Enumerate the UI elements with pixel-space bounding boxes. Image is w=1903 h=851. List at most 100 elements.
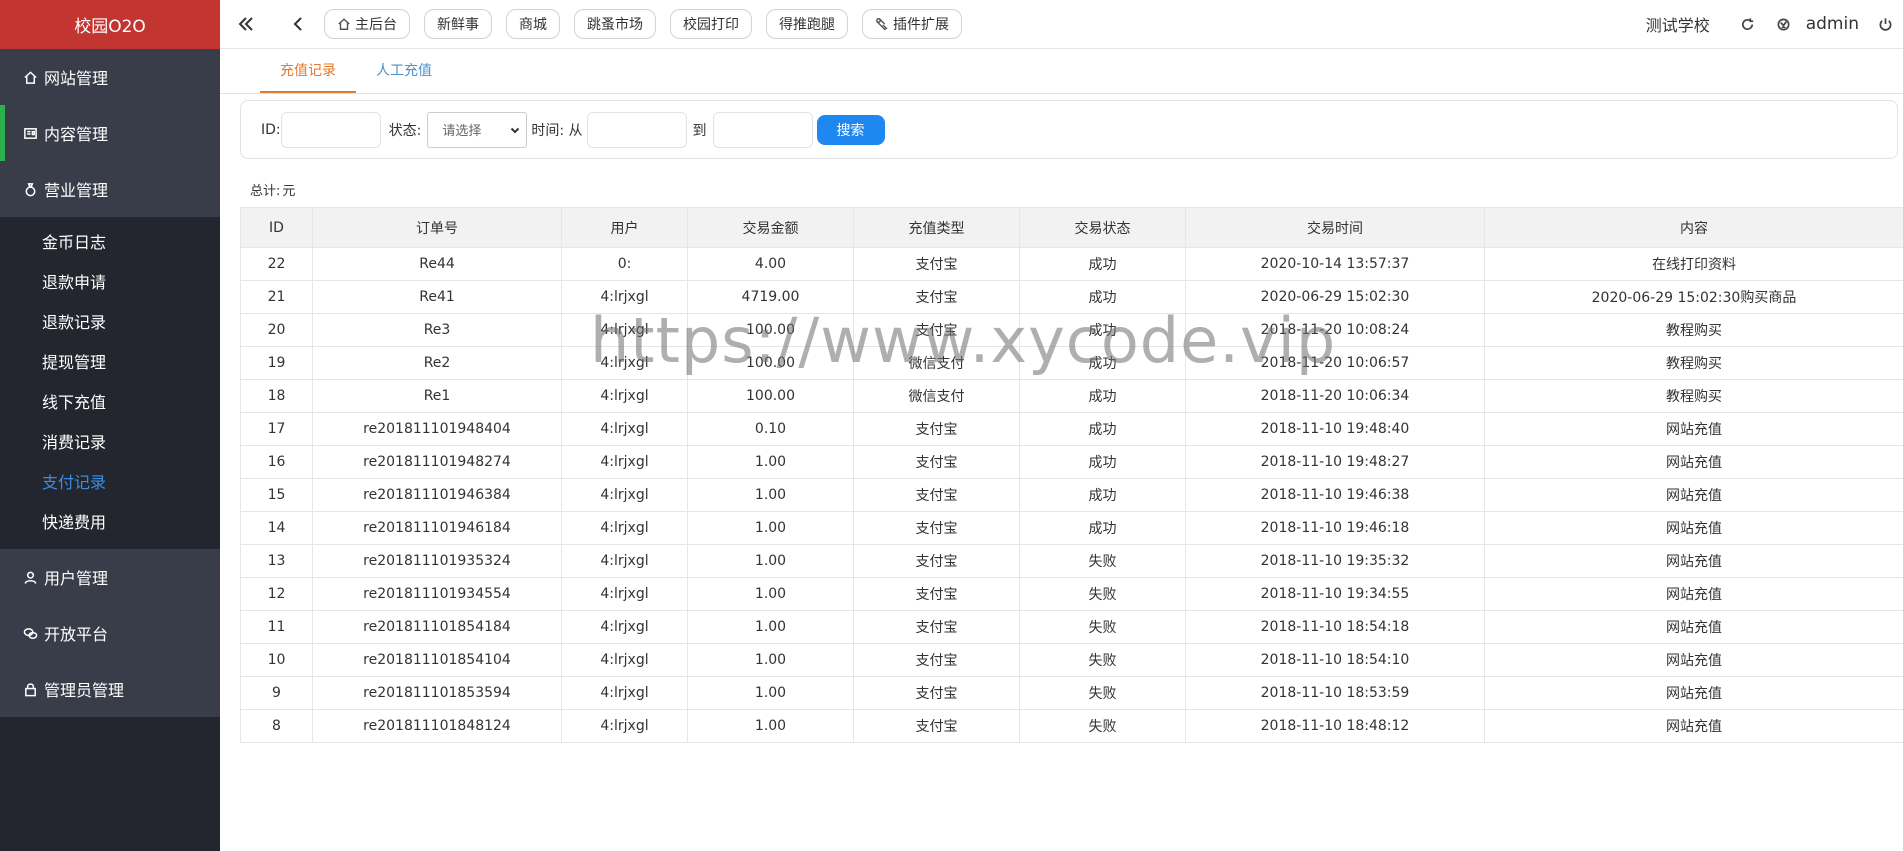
cell-time: 2018-11-10 19:48:40 [1185, 412, 1485, 446]
cell-type: 支付宝 [853, 676, 1020, 710]
theme-icon[interactable] [1766, 0, 1802, 49]
sidebar-item-business[interactable]: 营业管理 [0, 161, 220, 217]
cell-content: 教程购买 [1484, 346, 1903, 380]
cell-amount: 1.00 [687, 577, 854, 611]
cell-amount: 1.00 [687, 511, 854, 545]
cell-user: 4:lrjxgl [561, 313, 688, 347]
search-button[interactable]: 搜索 [816, 114, 885, 145]
cell-order-no: Re1 [312, 379, 562, 413]
tab-news[interactable]: 新鲜事 [424, 9, 492, 39]
table-row[interactable]: 14 re201811101946184 4:lrjxgl 1.00 支付宝 成功 2018… [240, 511, 1903, 545]
sidebar-item-refund-request[interactable]: 退款申请 [0, 263, 220, 303]
cell-content: 网站充值 [1484, 643, 1903, 677]
cell-amount: 1.00 [687, 478, 854, 512]
sidebar-item-delivery-fee[interactable]: 快递费用 [0, 503, 220, 543]
col-header-order-no[interactable]: 订单号 [312, 207, 562, 248]
cell-id: 8 [240, 709, 313, 743]
sidebar-item-offline-recharge[interactable]: 线下充值 [0, 383, 220, 423]
table-row[interactable]: 9 re201811101853594 4:lrjxgl 1.00 支付宝 失败 2018-… [240, 676, 1903, 710]
sidebar-item-refund-records[interactable]: 退款记录 [0, 303, 220, 343]
plugin-icon [876, 18, 888, 31]
home-icon [20, 70, 40, 85]
col-header-time[interactable]: 交易时间 [1185, 207, 1485, 248]
cell-content: 网站充值 [1484, 544, 1903, 578]
business-icon [20, 182, 40, 197]
cell-content: 在线打印资料 [1484, 247, 1903, 281]
record-tabs: 充值记录 人工充值 [220, 49, 1903, 94]
cell-user: 4:lrjxgl [561, 643, 688, 677]
time-to-input[interactable] [712, 111, 813, 148]
cell-id: 16 [240, 445, 313, 479]
school-name[interactable]: 测试学校 [1646, 12, 1710, 36]
sidebar-item-consumption[interactable]: 消费记录 [0, 423, 220, 463]
tab-recharge-records[interactable]: 充值记录 [260, 48, 356, 93]
time-from-input[interactable] [586, 111, 687, 148]
sidebar-item-users[interactable]: 用户管理 [0, 549, 220, 605]
tab-plugins[interactable]: 插件扩展 [862, 9, 962, 39]
table-row[interactable]: 10 re201811101854104 4:lrjxgl 1.00 支付宝 失败 2018… [240, 643, 1903, 677]
col-header-status[interactable]: 交易状态 [1019, 207, 1186, 248]
col-header-type[interactable]: 充值类型 [853, 207, 1020, 248]
cell-amount: 1.00 [687, 610, 854, 644]
cell-id: 15 [240, 478, 313, 512]
table-row[interactable]: 17 re201811101948404 4:lrjxgl 0.10 支付宝 成功 2018… [240, 412, 1903, 446]
total-summary: 总计: 元 [250, 184, 296, 199]
power-icon[interactable] [1867, 0, 1903, 49]
table-row[interactable]: 12 re201811101934554 4:lrjxgl 1.00 支付宝 失败 2018… [240, 577, 1903, 611]
cell-id: 19 [240, 346, 313, 380]
cell-status: 成功 [1019, 379, 1186, 413]
col-header-id[interactable]: ID [240, 207, 313, 248]
cell-status: 成功 [1019, 280, 1186, 314]
sidebar-item-gold-log[interactable]: 金币日志 [0, 223, 220, 263]
table-row[interactable]: 22 Re44 0: 4.00 支付宝 成功 2020-10-14 13:57:37 在线打印… [240, 247, 1903, 281]
cell-time: 2018-11-10 18:54:18 [1185, 610, 1485, 644]
cell-order-no: re201811101854184 [312, 610, 562, 644]
sidebar-item-content[interactable]: 内容管理 [0, 105, 220, 161]
cell-type: 支付宝 [853, 511, 1020, 545]
collapse-sidebar-icon[interactable] [220, 0, 272, 49]
cell-user: 4:lrjxgl [561, 280, 688, 314]
col-header-content[interactable]: 内容 [1484, 207, 1903, 248]
sidebar-item-label: 开放平台 [44, 625, 109, 644]
table-row[interactable]: 19 Re2 4:lrjxgl 100.00 微信支付 成功 2018-11-20 10:0… [240, 346, 1903, 380]
table-row[interactable]: 15 re201811101946384 4:lrjxgl 1.00 支付宝 成功 2018… [240, 478, 1903, 512]
tab-manual-recharge[interactable]: 人工充值 [356, 48, 452, 93]
table-row[interactable]: 21 Re41 4:lrjxgl 4719.00 支付宝 成功 2020-06-29 15:… [240, 280, 1903, 314]
cell-order-no: Re3 [312, 313, 562, 347]
brand-logo[interactable]: 校园O2O [0, 0, 220, 49]
id-input[interactable] [280, 111, 381, 148]
content-icon [20, 126, 40, 141]
table-row[interactable]: 8 re201811101848124 4:lrjxgl 1.00 支付宝 失败 2018-… [240, 709, 1903, 743]
sidebar-item-label: 内容管理 [44, 125, 109, 144]
table-row[interactable]: 13 re201811101935324 4:lrjxgl 1.00 支付宝 失败 2018… [240, 544, 1903, 578]
table-row[interactable]: 11 re201811101854184 4:lrjxgl 1.00 支付宝 失败 2018… [240, 610, 1903, 644]
tab-errands[interactable]: 得推跑腿 [766, 9, 848, 39]
sidebar-item-withdraw[interactable]: 提现管理 [0, 343, 220, 383]
cell-order-no: re201811101948404 [312, 412, 562, 446]
cell-amount: 1.00 [687, 643, 854, 677]
cell-user: 4:lrjxgl [561, 511, 688, 545]
table-row[interactable]: 16 re201811101948274 4:lrjxgl 1.00 支付宝 成功 2018… [240, 445, 1903, 479]
refresh-icon[interactable] [1730, 0, 1766, 49]
sidebar-item-admins[interactable]: 管理员管理 [0, 661, 220, 717]
tab-main-admin[interactable]: 主后台 [324, 9, 410, 39]
col-header-amount[interactable]: 交易金额 [687, 207, 854, 248]
cell-order-no: re201811101848124 [312, 709, 562, 743]
cell-order-no: re201811101853594 [312, 676, 562, 710]
sidebar-item-payment-records[interactable]: 支付记录 [0, 463, 220, 503]
tab-campus-print[interactable]: 校园打印 [670, 9, 752, 39]
admin-user[interactable]: admin [1806, 14, 1859, 34]
back-icon[interactable] [272, 0, 324, 49]
cell-type: 支付宝 [853, 445, 1020, 479]
table-row[interactable]: 18 Re1 4:lrjxgl 100.00 微信支付 成功 2018-11-20 10:0… [240, 379, 1903, 413]
tab-mall[interactable]: 商城 [506, 9, 560, 39]
status-select[interactable]: 请选择 [427, 111, 528, 148]
col-header-user[interactable]: 用户 [561, 207, 688, 248]
cell-user: 4:lrjxgl [561, 478, 688, 512]
time-to-label: 到 [692, 122, 707, 139]
tab-flea-market[interactable]: 跳蚤市场 [574, 9, 656, 39]
sidebar-item-website[interactable]: 网站管理 [0, 49, 220, 105]
sidebar-item-open-platform[interactable]: 开放平台 [0, 605, 220, 661]
cell-type: 支付宝 [853, 313, 1020, 347]
table-row[interactable]: 20 Re3 4:lrjxgl 100.00 支付宝 成功 2018-11-20 10:08… [240, 313, 1903, 347]
